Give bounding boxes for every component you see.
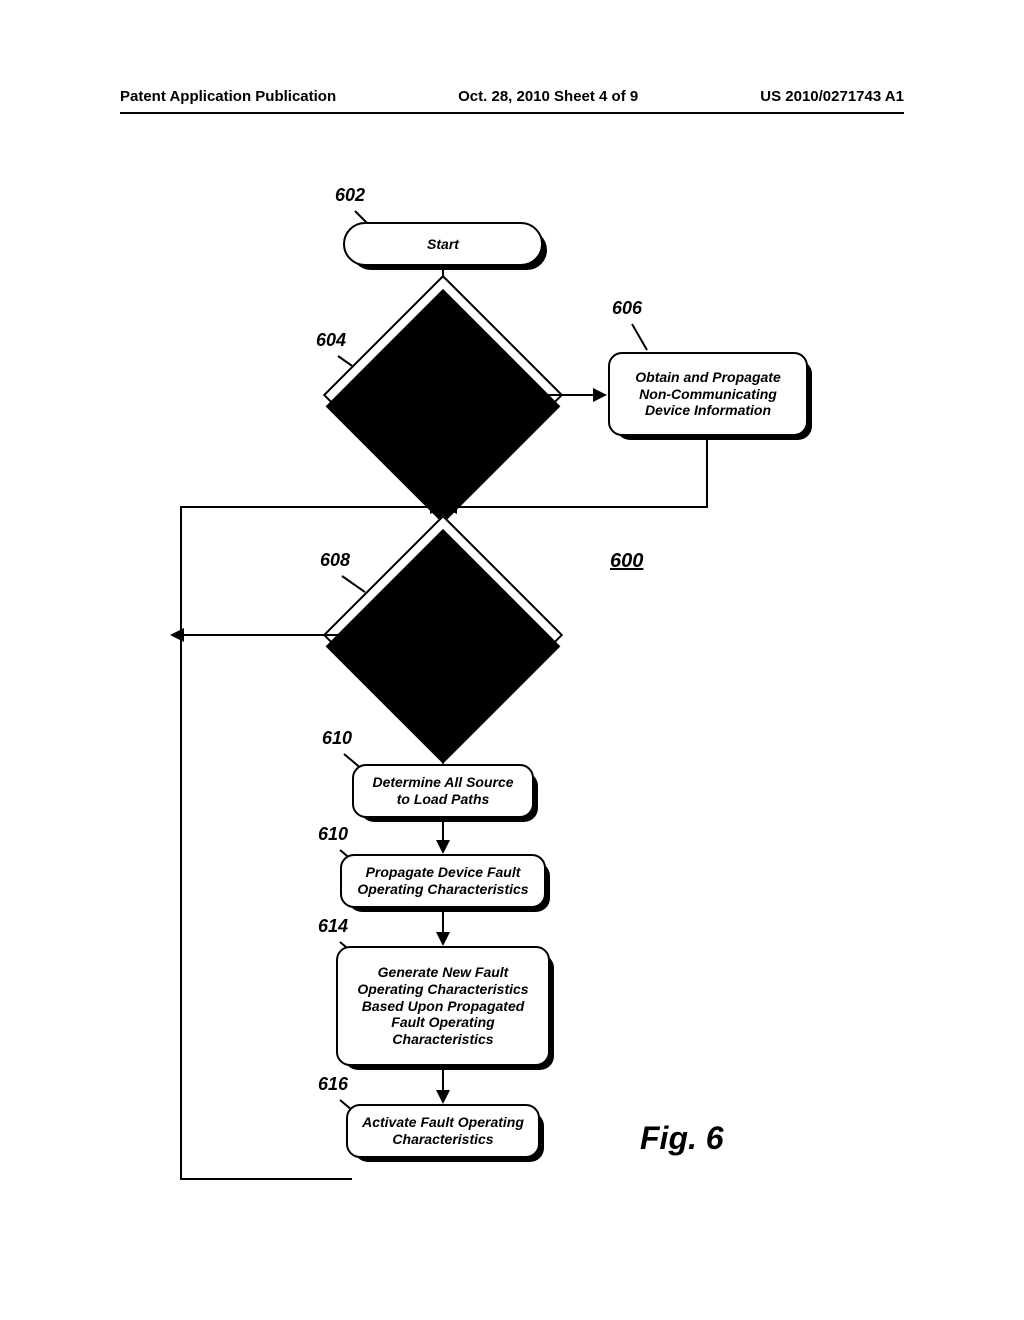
- decision-noncom-available: Non-Communicating Device Information Ava…: [323, 275, 563, 515]
- arrow-610-to-612: [442, 820, 444, 842]
- ref-610a: 610: [322, 728, 352, 749]
- arrowhead-d2-to-610: [436, 751, 450, 765]
- ref-600: 600: [610, 550, 643, 573]
- decision-new-device: New Device, New System Configuration or …: [323, 515, 563, 755]
- process610-text: Determine All Source to Load Paths: [366, 774, 520, 808]
- header-center: Oct. 28, 2010 Sheet 4 of 9: [458, 88, 638, 105]
- process614-text: Generate New Fault Operating Characteris…: [350, 964, 536, 1048]
- arrowhead-d2-left: [170, 628, 184, 642]
- figure-label: Fig. 6: [640, 1120, 724, 1157]
- ref-604: 604: [316, 330, 346, 351]
- start-terminator: Start: [343, 222, 543, 266]
- leader-606: [631, 324, 648, 351]
- arrowhead-610-to-612: [436, 840, 450, 854]
- process-616: Activate Fault Operating Characteristics: [346, 1104, 540, 1158]
- process-614: Generate New Fault Operating Characteris…: [336, 946, 550, 1066]
- process616-text: Activate Fault Operating Characteristics: [360, 1114, 526, 1148]
- arrow-606-down: [706, 438, 708, 508]
- process606-text: Obtain and Propagate Non-Communicating D…: [622, 369, 794, 419]
- process-606: Obtain and Propagate Non-Communicating D…: [608, 352, 808, 436]
- arrowhead-d1-to-606: [593, 388, 607, 402]
- header-rule: [120, 112, 904, 114]
- arrow-d2-left: [182, 634, 342, 636]
- loop-bottom: [180, 1178, 352, 1180]
- start-label: Start: [427, 236, 459, 253]
- leader-608: [341, 575, 365, 593]
- arrow-d1-to-606: [545, 394, 595, 396]
- ref-606: 606: [612, 298, 642, 319]
- arrow-614-to-616: [442, 1068, 444, 1092]
- arrow-612-to-614: [442, 910, 444, 934]
- loop-left: [180, 506, 182, 1180]
- arrowhead-606-merge: [443, 500, 457, 514]
- header-right: US 2010/0271743 A1: [760, 88, 904, 105]
- ref-614: 614: [318, 916, 348, 937]
- arrow-d2-to-610: [442, 721, 444, 753]
- arrow-606-left: [455, 506, 708, 508]
- page-header: Patent Application Publication Oct. 28, …: [0, 88, 1024, 105]
- ref-608: 608: [320, 550, 350, 571]
- ref-602: 602: [335, 185, 365, 206]
- process612-text: Propagate Device Fault Operating Charact…: [354, 864, 532, 898]
- ref-610b: 610: [318, 824, 348, 845]
- ref-616: 616: [318, 1074, 348, 1095]
- decision2-text: New Device, New System Configuration or …: [343, 610, 543, 660]
- arrowhead-612-to-614: [436, 932, 450, 946]
- process-612: Propagate Device Fault Operating Charact…: [340, 854, 546, 908]
- decision1-text: Non-Communicating Device Information Ava…: [343, 378, 543, 412]
- flowchart-container: 600 602 Start 604 Non-Communicating Devi…: [0, 180, 1024, 1280]
- arrowhead-614-to-616: [436, 1090, 450, 1104]
- loop-top: [180, 506, 434, 508]
- header-left: Patent Application Publication: [120, 88, 336, 105]
- arrowhead-loop-merge: [430, 500, 444, 514]
- process-610: Determine All Source to Load Paths: [352, 764, 534, 818]
